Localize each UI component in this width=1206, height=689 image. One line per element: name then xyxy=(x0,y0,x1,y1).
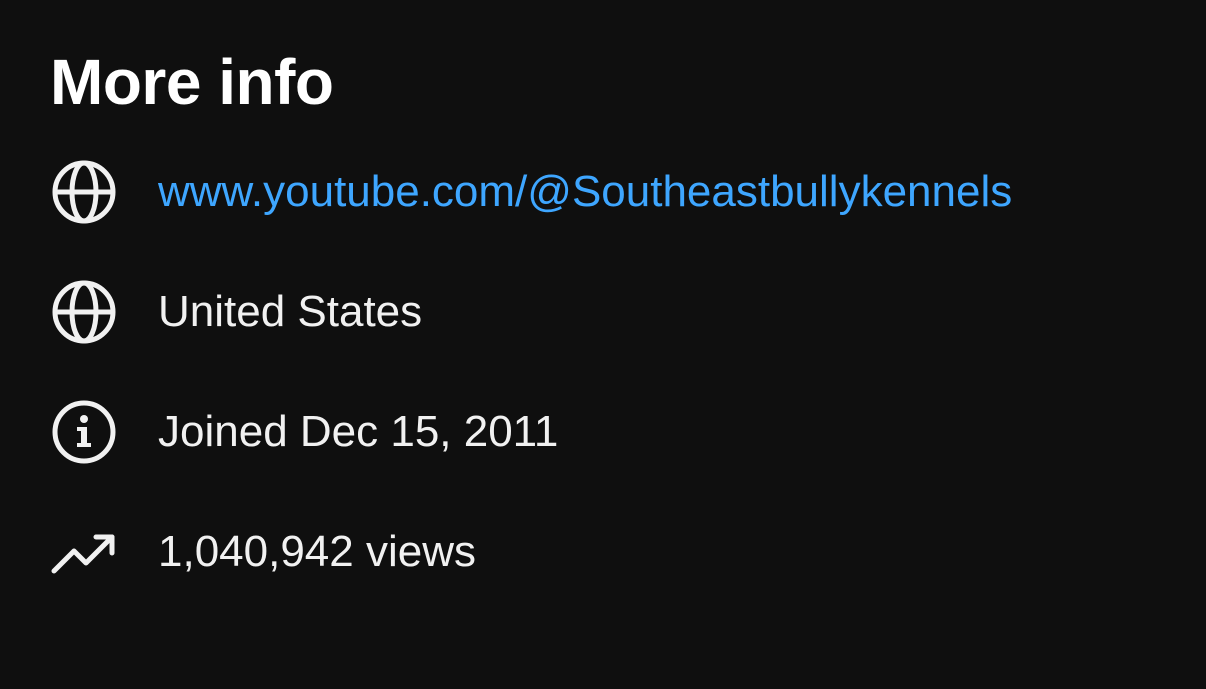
info-row-country: United States xyxy=(50,277,422,347)
channel-url-link[interactable]: www.youtube.com/@Southeastbullykennels xyxy=(158,164,1012,220)
info-row-views: 1,040,942 views xyxy=(50,517,476,587)
more-info-panel: More info www.youtube.com/@Southeastbull… xyxy=(0,0,1206,689)
globe-icon xyxy=(50,158,118,226)
globe-icon xyxy=(50,278,118,346)
info-icon xyxy=(50,398,118,466)
joined-date-text: Joined Dec 15, 2011 xyxy=(158,407,559,456)
country-text: United States xyxy=(158,287,423,336)
info-row-joined: Joined Dec 15, 2011 xyxy=(50,397,558,467)
trending-up-icon xyxy=(50,518,118,586)
info-row-channel-link: www.youtube.com/@Southeastbullykennels xyxy=(50,157,1012,227)
section-title: More info xyxy=(50,46,334,118)
view-count-text: 1,040,942 views xyxy=(158,527,476,576)
